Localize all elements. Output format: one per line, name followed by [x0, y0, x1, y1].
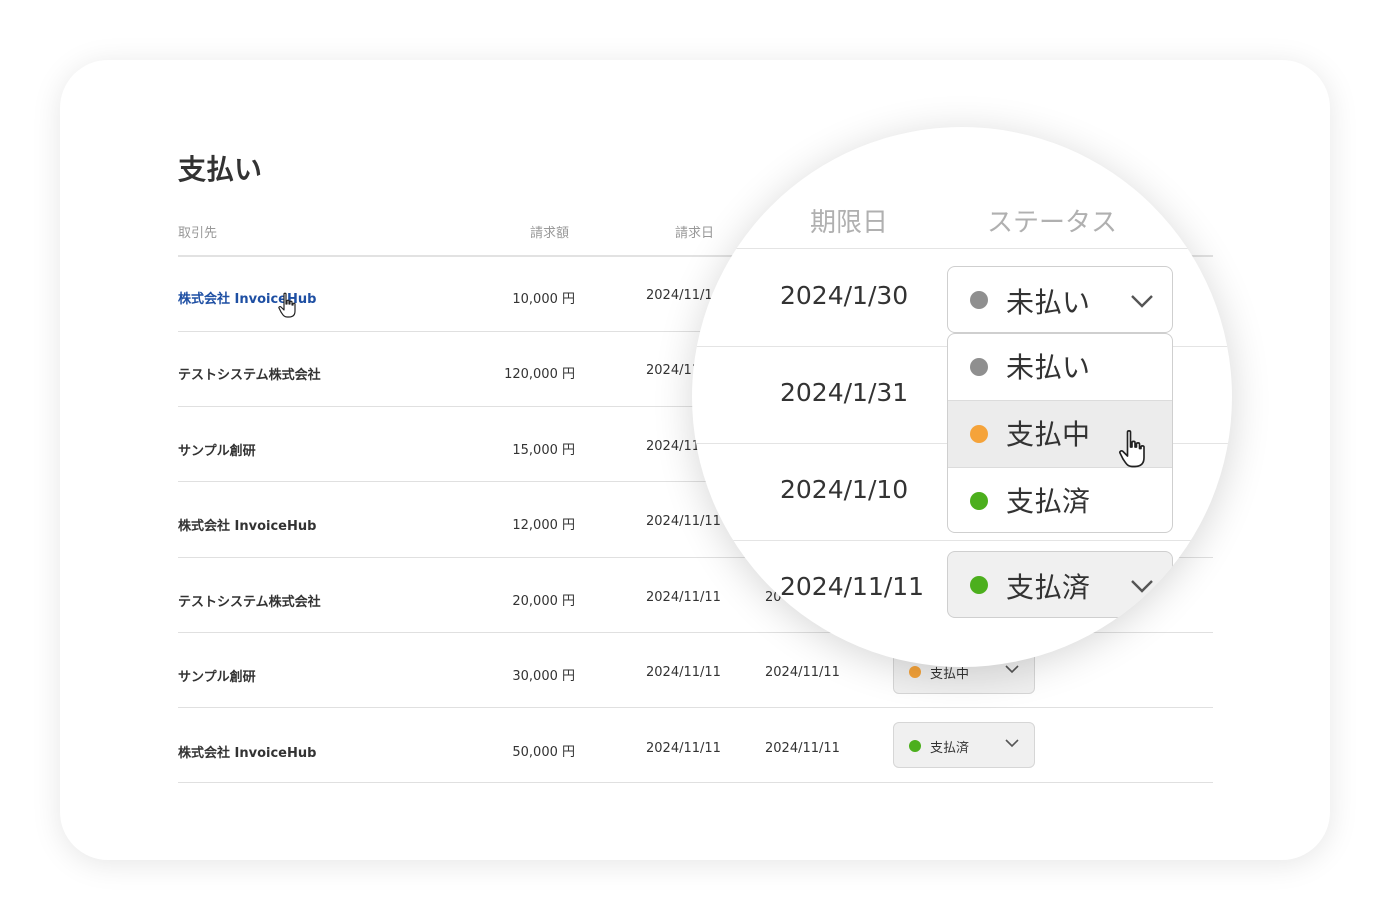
due-date-cell: 2024/1/30: [780, 281, 909, 310]
partner-cell[interactable]: サンプル創研: [178, 666, 256, 685]
column-header-invoice-date: 請求日: [675, 226, 715, 241]
amount-cell: 12,000 円: [512, 518, 575, 533]
partner-cell[interactable]: 株式会社 InvoiceHub: [178, 515, 316, 534]
status-select[interactable]: 支払済: [947, 551, 1173, 618]
dropdown-option-label: 未払い: [1006, 351, 1091, 384]
zoom-magnifier: 期限日 ステータス 2024/1/30 2024/1/31 2024/1/10 …: [692, 127, 1232, 667]
column-header-amount: 請求額: [530, 226, 570, 241]
status-dot-paid: [909, 740, 921, 752]
status-select-label: 未払い: [1006, 286, 1091, 319]
due-date-cell: 2024/11/11: [780, 572, 925, 601]
status-dot-in-progress: [970, 425, 988, 443]
due-date-cell: 2024/1/10: [780, 475, 909, 504]
row-divider: [178, 782, 1213, 783]
due-date-cell: 2024/11/11: [765, 741, 840, 756]
invoice-date-cell: 2024/11: [646, 439, 701, 454]
row-divider: [692, 540, 1232, 541]
amount-cell: 120,000 円: [504, 367, 575, 382]
partner-cell[interactable]: サンプル創研: [178, 440, 256, 459]
page-title: 支払い: [178, 153, 263, 186]
column-header-status: ステータス: [987, 208, 1118, 238]
partner-cell[interactable]: テストシステム株式会社: [178, 591, 321, 610]
dropdown-option-label: 支払中: [1006, 418, 1091, 451]
status-select-open[interactable]: 未払い: [947, 266, 1173, 333]
chevron-down-icon: [1131, 295, 1153, 308]
invoice-date-cell: 2024/11/11: [646, 590, 721, 605]
amount-cell: 15,000 円: [512, 443, 575, 458]
row-divider: [178, 707, 1213, 708]
invoice-date-cell: 2024/11/1: [646, 288, 713, 303]
due-date-cell: 2024/1/31: [780, 378, 909, 407]
amount-cell: 50,000 円: [512, 745, 575, 760]
amount-cell: 20,000 円: [512, 594, 575, 609]
header-divider: [692, 248, 1232, 249]
hand-cursor-icon: [278, 292, 296, 318]
chevron-down-icon: [1005, 665, 1019, 674]
amount-cell: 30,000 円: [512, 669, 575, 684]
status-select[interactable]: 支払済: [893, 722, 1035, 768]
invoice-date-cell: 2024/11/11: [646, 514, 721, 529]
status-dot-unpaid: [970, 358, 988, 376]
column-header-partner: 取引先: [178, 226, 218, 241]
column-header-due-date: 期限日: [810, 208, 889, 238]
status-dot-paid: [970, 492, 988, 510]
chevron-down-icon: [1005, 739, 1019, 748]
invoice-date-cell: 2024/11/11: [646, 665, 721, 680]
dropdown-option-unpaid[interactable]: 未払い: [948, 334, 1172, 400]
due-date-cell: 2024/11/11: [765, 665, 840, 680]
partner-cell[interactable]: テストシステム株式会社: [178, 364, 321, 383]
dropdown-option-label: 支払済: [1006, 485, 1091, 518]
hand-cursor-icon: [1119, 430, 1145, 468]
status-dot-in-progress: [909, 666, 921, 678]
status-select-label: 支払済: [1006, 571, 1091, 604]
partner-cell[interactable]: 株式会社 InvoiceHub: [178, 742, 316, 761]
dropdown-option-paid[interactable]: 支払済: [948, 468, 1172, 532]
status-dot-unpaid: [970, 291, 988, 309]
status-dot-paid: [970, 576, 988, 594]
chevron-down-icon: [1131, 580, 1153, 593]
amount-cell: 10,000 円: [512, 292, 575, 307]
status-select-label: 支払済: [930, 741, 970, 756]
invoice-date-cell: 2024/11/11: [646, 741, 721, 756]
